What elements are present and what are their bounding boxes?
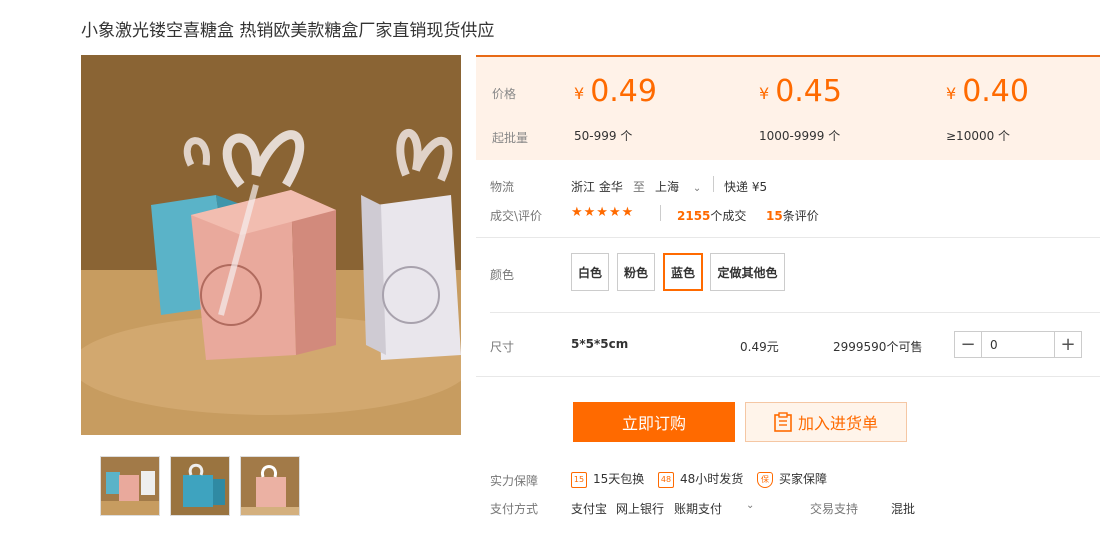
- guarantee-text: 买家保障: [779, 472, 828, 486]
- price-label: 价格: [492, 87, 517, 101]
- main-product-image: [81, 55, 461, 435]
- add-cart-label: 加入进货单: [797, 414, 878, 433]
- ship-from: 浙江 金华: [571, 180, 623, 194]
- shipping-cost: 快递 ¥5: [724, 180, 768, 194]
- moq-label: 起批量: [492, 131, 529, 145]
- color-option-pink[interactable]: 粉色: [617, 253, 655, 291]
- section-divider: [490, 312, 1100, 313]
- guarantee-item-protection: 保买家保障: [757, 470, 827, 488]
- guarantee-item-exchange: 15 15天包换: [571, 470, 644, 488]
- trade-support-value: 混批: [891, 502, 916, 516]
- quantity-input[interactable]: [982, 332, 1054, 357]
- quantity-decrease-button[interactable]: −: [955, 332, 982, 357]
- quantity-increase-button[interactable]: +: [1054, 332, 1081, 357]
- size-label: 尺寸: [490, 340, 515, 354]
- product-title: 小象激光镂空喜糖盒 热销欧美款糖盒厂家直销现货供应: [81, 21, 495, 41]
- logistics-label: 物流: [490, 180, 515, 194]
- add-to-purchase-list-button[interactable]: 加入进货单: [745, 402, 907, 442]
- guarantee-item-shipping: 48 48小时发货: [658, 470, 743, 488]
- currency-symbol: ¥: [946, 84, 957, 103]
- quantity-stepper: − +: [954, 331, 1082, 358]
- tier-price: 0.40: [962, 74, 1029, 109]
- guarantee-text: 48小时发货: [680, 472, 744, 486]
- chevron-down-icon: ⌄: [692, 183, 702, 194]
- reviews-link[interactable]: 15条评价: [766, 207, 819, 224]
- chevron-down-icon[interactable]: ⌄: [746, 500, 754, 511]
- clipboard-icon: [774, 412, 792, 432]
- section-divider: [476, 376, 1100, 377]
- unit-price: 0.49元: [740, 340, 779, 354]
- currency-symbol: ¥: [759, 84, 770, 103]
- rating-stars: ★★★★★: [571, 205, 635, 220]
- divider: [713, 176, 714, 192]
- price-tier-3: ¥0.40 ≥10000 个: [946, 73, 1029, 144]
- tier-range: 50-999 个: [574, 129, 633, 143]
- stock-available: 2999590个可售: [833, 340, 923, 354]
- size-value: 5*5*5cm: [571, 337, 629, 351]
- currency-symbol: ¥: [574, 84, 585, 103]
- review-suffix: 条评价: [782, 209, 819, 223]
- thumbnail-1[interactable]: [100, 456, 160, 516]
- price-tier-1: ¥0.49 50-999 个: [574, 73, 657, 144]
- divider: [660, 205, 661, 221]
- color-option-custom[interactable]: 定做其他色: [710, 253, 785, 291]
- ship-to-select[interactable]: 上海 ⌄: [655, 178, 701, 195]
- trade-support-label: 交易支持: [810, 502, 859, 516]
- thumbnail-2[interactable]: [170, 456, 230, 516]
- exchange-15-icon: 15: [571, 471, 587, 488]
- deals-suffix: 个成交: [710, 209, 747, 223]
- tier-range: ≥10000 个: [946, 129, 1011, 143]
- tier-price: 0.49: [590, 74, 657, 109]
- section-divider: [476, 237, 1100, 238]
- color-option-blue[interactable]: 蓝色: [663, 253, 703, 291]
- guarantee-text: 15天包换: [593, 472, 645, 486]
- buy-now-button[interactable]: 立即订购: [573, 402, 735, 442]
- thumbnail-3[interactable]: [240, 456, 300, 516]
- deals-link[interactable]: 2155个成交: [677, 207, 746, 224]
- color-label: 颜色: [490, 268, 515, 282]
- buyer-protection-shield-icon: 保: [757, 471, 773, 488]
- tier-range: 1000-9999 个: [759, 129, 841, 143]
- color-option-white[interactable]: 白色: [571, 253, 609, 291]
- payment-method-credit: 账期支付: [674, 502, 723, 516]
- deals-count: 2155: [677, 209, 711, 223]
- ship-48h-icon: 48: [658, 471, 674, 488]
- ship-to-word: 至: [633, 180, 646, 194]
- review-count: 15: [766, 209, 783, 223]
- price-tier-2: ¥0.45 1000-9999 个: [759, 73, 842, 144]
- payment-method-online-bank: 网上银行: [616, 502, 665, 516]
- payment-method-alipay: 支付宝: [571, 502, 608, 516]
- payment-label: 支付方式: [490, 502, 539, 516]
- ship-to-value: 上海: [655, 180, 680, 194]
- reviews-label: 成交\评价: [490, 209, 543, 223]
- tier-price: 0.45: [775, 74, 842, 109]
- price-panel: 价格 起批量 ¥0.49 50-999 个 ¥0.45 1000-9999 个 …: [476, 55, 1100, 160]
- guarantee-label: 实力保障: [490, 474, 539, 488]
- thumbnail-strip: [100, 456, 300, 516]
